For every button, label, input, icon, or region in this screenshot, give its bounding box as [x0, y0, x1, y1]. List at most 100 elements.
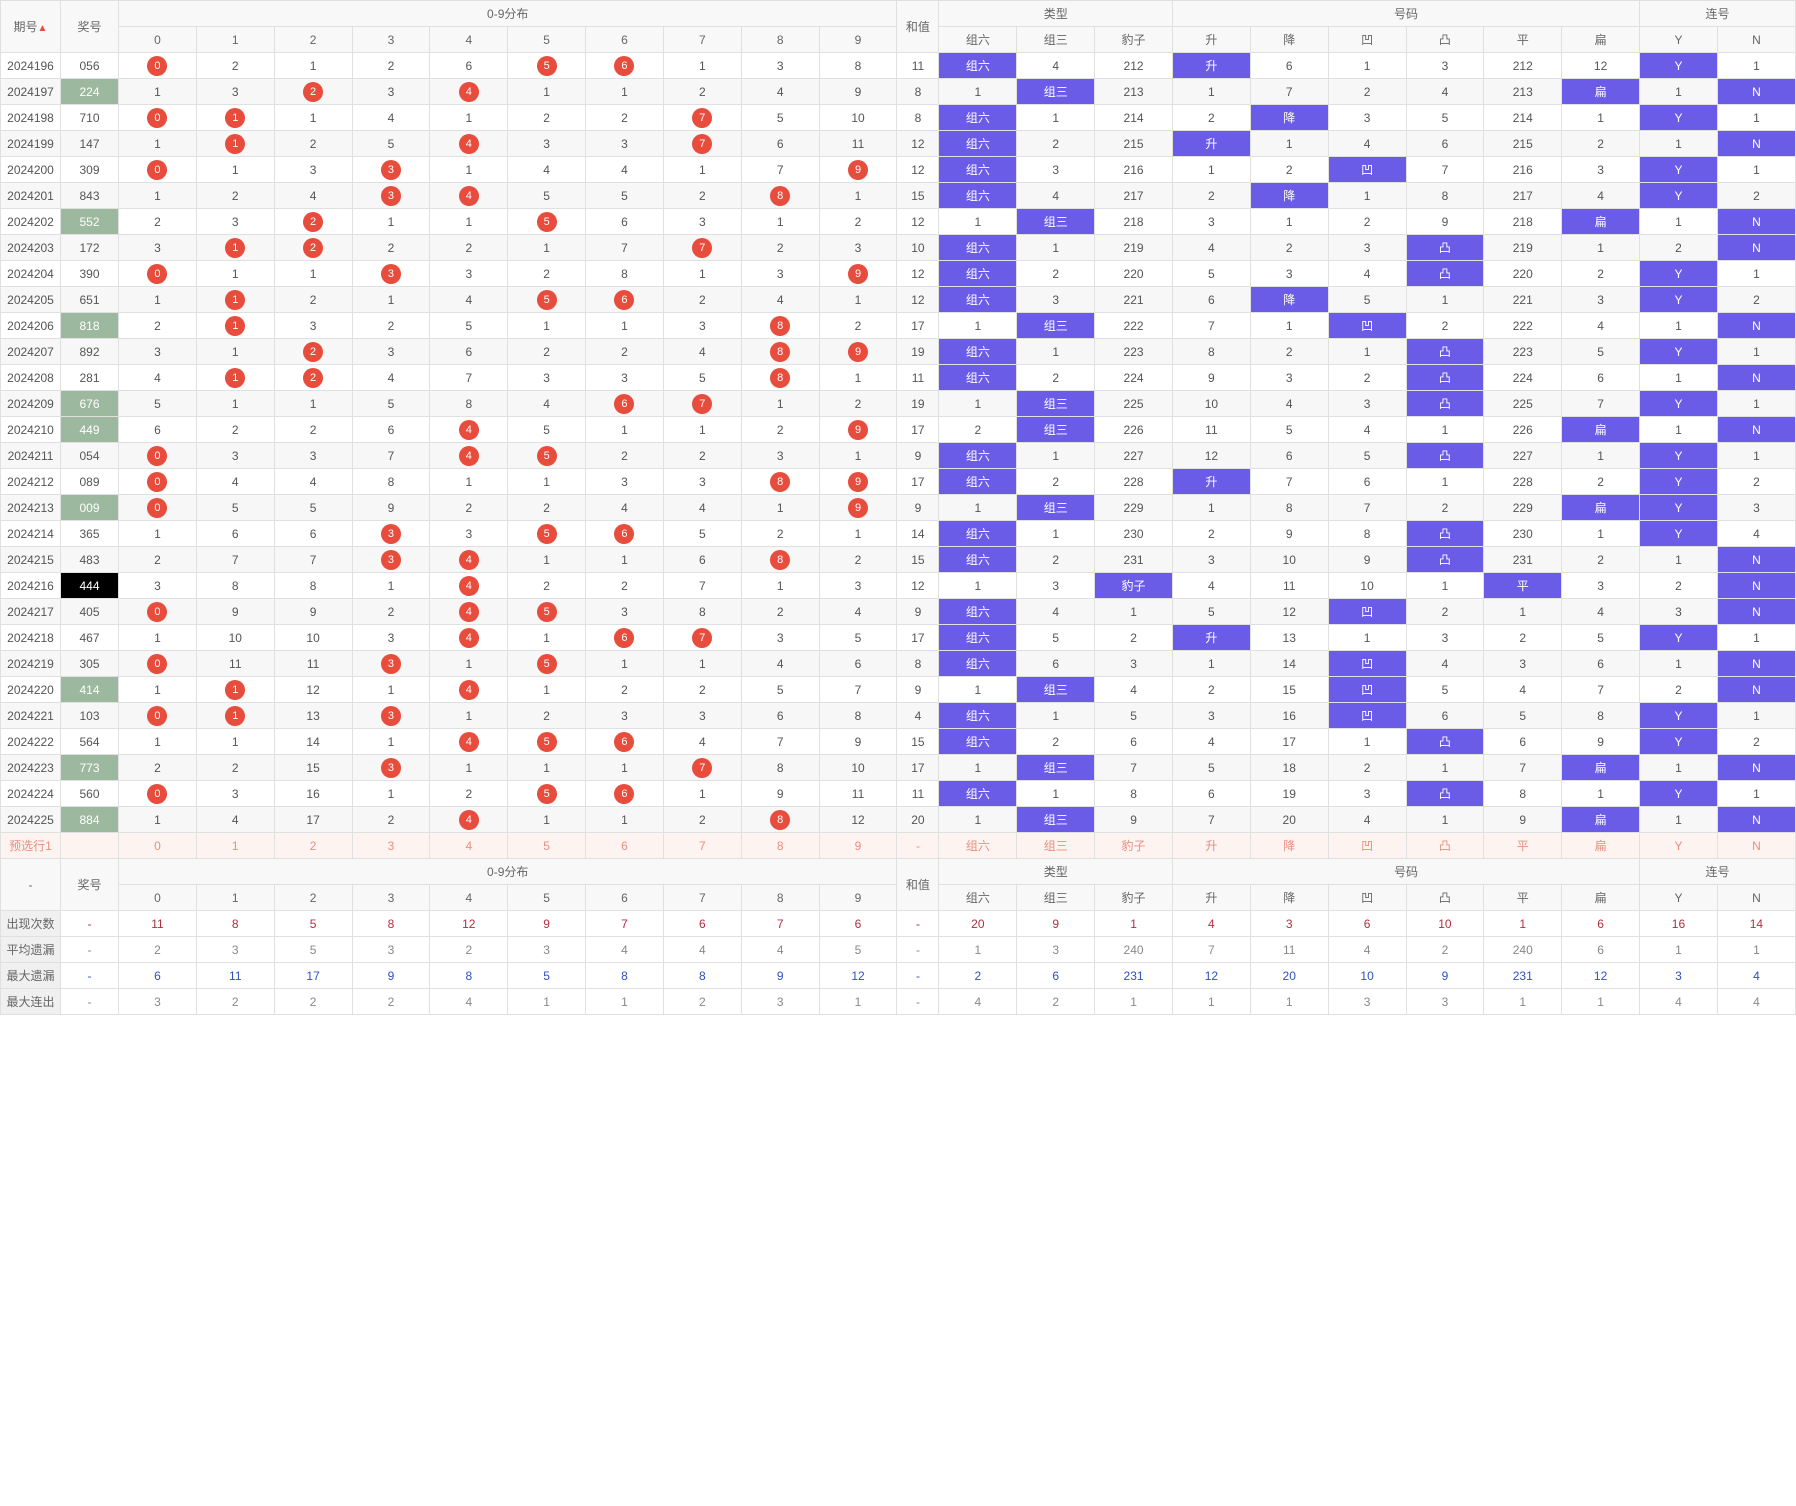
- num-cell: 6: [1172, 287, 1250, 313]
- stat-cell: 9: [1017, 911, 1095, 937]
- dist-cell: 1: [663, 781, 741, 807]
- table-row: 20242193050111131511468组六63114凹4361N: [1, 651, 1796, 677]
- period-cell: 2024213: [1, 495, 61, 521]
- dist-cell: 1: [119, 807, 197, 833]
- dist-cell: 2: [274, 79, 352, 105]
- type-cell: 2: [1095, 625, 1173, 651]
- dist-cell: 1: [586, 417, 664, 443]
- dist-cell: 3: [119, 573, 197, 599]
- predict-cell: 0: [119, 833, 197, 859]
- dist-cell: 1: [196, 313, 274, 339]
- num-cell: 凸: [1406, 365, 1484, 391]
- type-cell: 组六: [939, 131, 1017, 157]
- type-cell: 220: [1095, 261, 1173, 287]
- num-cell: 229: [1484, 495, 1562, 521]
- type-cell: 6: [1017, 651, 1095, 677]
- type-cell: 3: [1017, 573, 1095, 599]
- dist-cell: 2: [119, 547, 197, 573]
- dist-cell: 9: [196, 599, 274, 625]
- dist-cell: 3: [274, 313, 352, 339]
- dist-cell: 2: [274, 339, 352, 365]
- num-cell: 3: [1328, 391, 1406, 417]
- award-cell: 054: [61, 443, 119, 469]
- dist-cell: 16: [274, 781, 352, 807]
- dist-cell: 5: [352, 391, 430, 417]
- dist-cell: 4: [430, 287, 508, 313]
- num-cell: 扁: [1562, 79, 1640, 105]
- award-cell: 651: [61, 287, 119, 313]
- dist-cell: 6: [586, 521, 664, 547]
- stat-cell: 1: [1250, 989, 1328, 1015]
- con-cell: 1: [1640, 651, 1718, 677]
- dist-cell: 4: [430, 183, 508, 209]
- period-cell: 2024202: [1, 209, 61, 235]
- num-cell: 2: [1250, 157, 1328, 183]
- dist-cell: 8: [741, 469, 819, 495]
- dist-cell: 11: [196, 651, 274, 677]
- header-dist-0: 0: [119, 885, 197, 911]
- sum-cell: 9: [897, 495, 939, 521]
- type-cell: 219: [1095, 235, 1173, 261]
- con-cell: 1: [1717, 339, 1795, 365]
- dist-cell: 1: [430, 651, 508, 677]
- dist-cell: 6: [430, 53, 508, 79]
- num-cell: 凸: [1406, 391, 1484, 417]
- header-sum: 和值: [897, 1, 939, 53]
- con-cell: 3: [1640, 599, 1718, 625]
- table-row: 2024208281412473358111组六2224932凸22461N: [1, 365, 1796, 391]
- stat-cell: 16: [1640, 911, 1718, 937]
- num-cell: 2: [1250, 235, 1328, 261]
- stat-row: 出现次数-118581297676-209143610161614: [1, 911, 1796, 937]
- con-cell: N: [1717, 547, 1795, 573]
- num-cell: 4: [1562, 313, 1640, 339]
- type-cell: 1: [939, 313, 1017, 339]
- num-cell: 12: [1562, 53, 1640, 79]
- dist-cell: 9: [819, 729, 897, 755]
- dist-cell: 1: [819, 521, 897, 547]
- num-cell: 3: [1328, 235, 1406, 261]
- num-cell: 4: [1406, 79, 1484, 105]
- stat-cell: 8: [430, 963, 508, 989]
- con-cell: 1: [1717, 53, 1795, 79]
- num-cell: 12: [1250, 599, 1328, 625]
- con-cell: 1: [1717, 157, 1795, 183]
- dist-cell: 2: [119, 313, 197, 339]
- header-type-col: 豹子: [1095, 27, 1173, 53]
- stats-body: 出现次数-118581297676-209143610161614平均遗漏-23…: [1, 911, 1796, 1015]
- num-cell: 2: [1562, 469, 1640, 495]
- dist-cell: 0: [119, 703, 197, 729]
- award-cell: 390: [61, 261, 119, 287]
- header-period[interactable]: 期号▲: [1, 1, 61, 53]
- num-cell: 8: [1172, 339, 1250, 365]
- dist-cell: 1: [508, 79, 586, 105]
- num-cell: 9: [1484, 807, 1562, 833]
- type-cell: 2: [1017, 729, 1095, 755]
- con-cell: 4: [1717, 521, 1795, 547]
- dist-cell: 1: [196, 729, 274, 755]
- sum-cell: 11: [897, 781, 939, 807]
- table-row: 202421740509924538249组六41512凹2143N: [1, 599, 1796, 625]
- table-row: 20242204141112141225791组三4215凹5472N: [1, 677, 1796, 703]
- type-cell: 组六: [939, 235, 1017, 261]
- table-row: 20242096765115846712191组三2251043凸2257Y1: [1, 391, 1796, 417]
- num-cell: 4: [1484, 677, 1562, 703]
- dist-cell: 2: [663, 807, 741, 833]
- dist-cell: 3: [430, 521, 508, 547]
- dist-cell: 8: [819, 703, 897, 729]
- table-body: 2024196056021265613811组六4212升61321212Y12…: [1, 53, 1796, 833]
- dist-cell: 1: [819, 183, 897, 209]
- type-cell: 1: [1017, 781, 1095, 807]
- num-cell: 2: [1406, 599, 1484, 625]
- dist-cell: 2: [508, 105, 586, 131]
- con-cell: 1: [1717, 625, 1795, 651]
- dist-cell: 3: [586, 599, 664, 625]
- table-row: 202421846711010341673517组六52升131325Y1: [1, 625, 1796, 651]
- dist-cell: 9: [819, 469, 897, 495]
- stat-cell: 4: [430, 989, 508, 1015]
- period-cell: 2024221: [1, 703, 61, 729]
- header-num-col: 降: [1250, 27, 1328, 53]
- num-cell: 20: [1250, 807, 1328, 833]
- dist-cell: 1: [430, 157, 508, 183]
- dist-cell: 5: [586, 183, 664, 209]
- type-cell: 组六: [939, 261, 1017, 287]
